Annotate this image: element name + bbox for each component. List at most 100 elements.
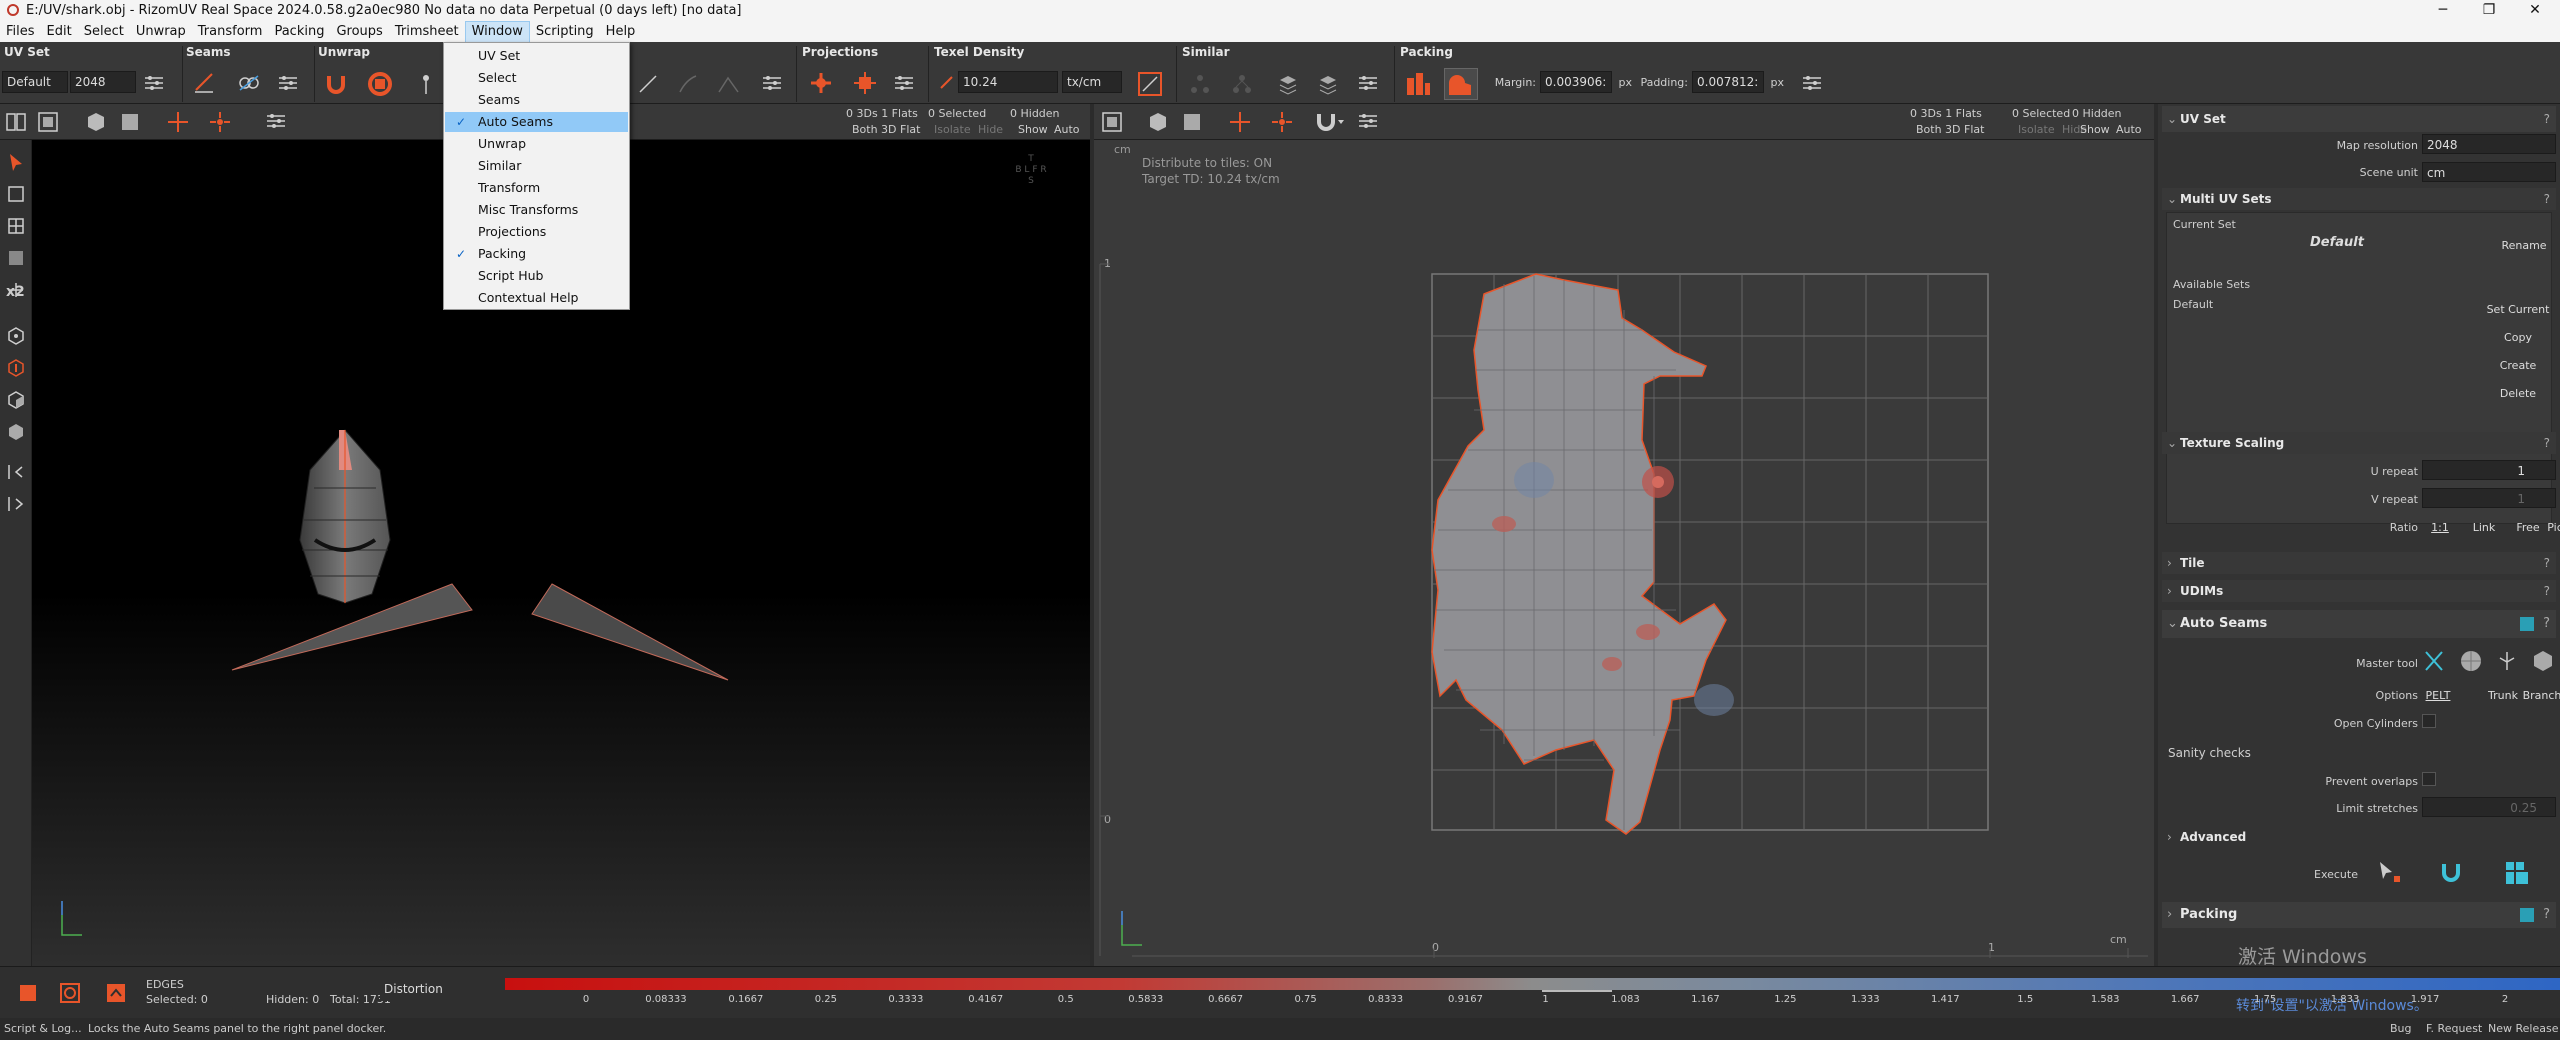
margin-field[interactable]: 0.003906: [1540, 71, 1612, 93]
window-menu-item[interactable]: Similar [445, 156, 628, 176]
texel-picker-icon[interactable] [938, 73, 956, 91]
stop-icon[interactable] [16, 981, 40, 1005]
minimize-button[interactable]: ─ [2420, 0, 2466, 21]
help-icon[interactable]: ? [2544, 188, 2550, 210]
straighten-icon[interactable] [636, 72, 660, 96]
execute-unwrap-icon[interactable] [2436, 858, 2466, 888]
vpuv-both[interactable]: Both 3D Flat [1916, 122, 1984, 137]
unwrap-settings-icon[interactable] [760, 72, 784, 94]
rename-button[interactable]: Rename [2497, 239, 2551, 252]
window-menu-item[interactable]: Projections [445, 222, 628, 242]
pelt-option-button[interactable]: PELT [2422, 689, 2454, 702]
similar-settings-icon[interactable] [1356, 72, 1380, 94]
uv-gizmo-icon[interactable] [1228, 110, 1252, 134]
window-menu-item[interactable]: Seams [445, 90, 628, 110]
uv-shaded-icon[interactable] [1146, 110, 1170, 134]
help-icon[interactable]: ? [2543, 902, 2550, 928]
texture-scaling-header[interactable]: ⌄ Texture Scaling? [2162, 432, 2556, 454]
available-set-item[interactable]: Default [2173, 297, 2213, 312]
uv-frame-icon[interactable] [1100, 110, 1124, 134]
tile-header[interactable]: › Tile? [2162, 552, 2556, 574]
help-icon[interactable]: ? [2544, 552, 2550, 574]
projections-settings-icon[interactable] [892, 72, 916, 94]
pelt-icon[interactable] [2422, 648, 2446, 674]
vpuv-auto[interactable]: Auto [2116, 122, 2142, 137]
record-icon[interactable] [104, 981, 128, 1005]
cube-top[interactable]: T [1028, 154, 1034, 164]
close-button[interactable]: ✕ [2512, 0, 2558, 21]
select-edge-icon[interactable] [6, 184, 26, 204]
menu-groups[interactable]: Groups [330, 22, 388, 42]
packing-dock-icon[interactable] [2520, 908, 2534, 922]
stack-icon[interactable] [1276, 72, 1300, 96]
help-icon[interactable]: ? [2544, 580, 2550, 602]
flatten-icon[interactable] [716, 72, 742, 96]
v-repeat-field[interactable]: 1 [2422, 488, 2556, 508]
set-current-button[interactable]: Set Current [2485, 303, 2551, 316]
menu-files[interactable]: Files [0, 22, 41, 42]
cube-back[interactable]: B [1015, 165, 1021, 175]
ratio-one-one-button[interactable]: 1:1 [2422, 521, 2458, 534]
map-resolution-field[interactable]: 2048 [2422, 134, 2556, 154]
cube-right[interactable]: R [1040, 165, 1046, 175]
auto-seams-header[interactable]: ⌄ Auto Seams? [2162, 610, 2556, 638]
uv-flat-icon[interactable] [1180, 110, 1204, 134]
collapse-right-icon[interactable] [6, 494, 26, 514]
face-mode-icon[interactable] [6, 390, 26, 410]
island-mode-icon[interactable] [6, 422, 26, 442]
vertex-mode-icon[interactable] [6, 326, 26, 346]
vp3d-isolate[interactable]: Isolate [934, 122, 971, 137]
cut-seam-icon[interactable] [192, 70, 218, 96]
ratio-pic-button[interactable]: Pic [2524, 521, 2560, 534]
menu-packing[interactable]: Packing [268, 22, 330, 42]
shaded-cube-icon[interactable] [84, 110, 108, 134]
advanced-header[interactable]: › Advanced [2162, 826, 2556, 848]
menu-unwrap[interactable]: Unwrap [130, 22, 192, 42]
menu-help[interactable]: Help [600, 22, 642, 42]
project-planar-icon[interactable] [808, 70, 834, 96]
sphere-icon[interactable] [2458, 648, 2484, 674]
vp3d-show[interactable]: Show [1018, 122, 1048, 137]
ratio-link-button[interactable]: Link [2464, 521, 2504, 534]
copy-button[interactable]: Copy [2485, 331, 2551, 344]
prevent-overlaps-checkbox[interactable] [2422, 772, 2436, 786]
execute-pack-icon[interactable] [2502, 858, 2532, 888]
padding-field[interactable]: 0.007812: [1692, 71, 1764, 93]
uv-shark-island[interactable] [1431, 273, 1727, 835]
help-icon[interactable]: ? [2543, 610, 2550, 638]
delete-button[interactable]: Delete [2485, 387, 2551, 400]
open-cylinders-checkbox[interactable] [2422, 714, 2436, 728]
view-cube[interactable]: T B L F R S [1010, 154, 1052, 187]
texel-unit-select[interactable]: tx/cm [1062, 71, 1122, 93]
viewport3d-settings-icon[interactable] [264, 110, 288, 132]
menu-trimsheet[interactable]: Trimsheet [389, 22, 465, 42]
weld-seam-icon[interactable] [236, 70, 262, 96]
project-box-icon[interactable] [852, 70, 878, 96]
uvset-settings-icon[interactable] [142, 72, 166, 94]
viewport-uv[interactable]: cm Distribute to tiles: ON Target TD: 10… [1094, 140, 2154, 966]
uvset-select[interactable]: Default [2, 71, 68, 93]
window-menu-item[interactable]: Transform [445, 178, 628, 198]
texel-density-field[interactable]: 10.24 [958, 71, 1058, 93]
layout-toggle-icon[interactable] [4, 110, 28, 134]
window-menu-item[interactable]: ✓ Auto Seams [445, 112, 628, 132]
vp3d-both[interactable]: Both 3D Flat [852, 122, 920, 137]
vp3d-auto[interactable]: Auto [1054, 122, 1080, 137]
maximize-button[interactable]: ❐ [2466, 0, 2512, 21]
menu-select[interactable]: Select [78, 22, 130, 42]
help-icon[interactable]: ? [2544, 432, 2550, 454]
u-repeat-field[interactable]: 1 [2422, 460, 2556, 480]
menu-window[interactable]: Window [464, 21, 530, 43]
limit-stretches-field[interactable]: 0.25 [2422, 797, 2556, 817]
pin-icon[interactable] [420, 72, 432, 96]
trunk-icon[interactable] [2494, 648, 2520, 674]
vpuv-show[interactable]: Show [2080, 122, 2110, 137]
edge-mode-icon[interactable] [6, 358, 26, 378]
select-polygon-icon[interactable] [6, 216, 26, 236]
feature-request-button[interactable]: F. Request [2426, 1018, 2482, 1040]
unstack-icon[interactable] [1316, 72, 1340, 96]
pack-icon[interactable] [1404, 70, 1432, 98]
similar-tree-icon[interactable] [1230, 72, 1254, 96]
uvset-section-header[interactable]: ⌄ UV Set? [2162, 106, 2556, 132]
menu-edit[interactable]: Edit [41, 22, 78, 42]
